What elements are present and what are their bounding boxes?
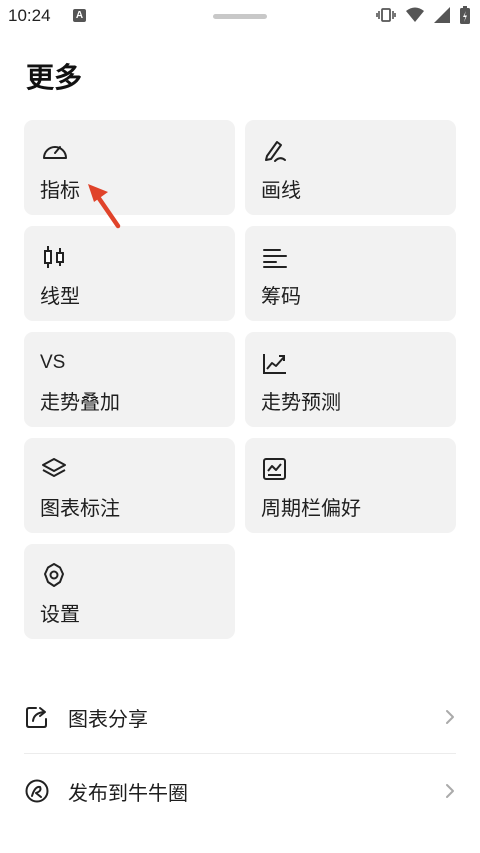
gear-icon xyxy=(40,562,70,588)
chevron-right-icon xyxy=(444,708,456,726)
signal-icon xyxy=(434,7,450,23)
niuniu-circle-icon xyxy=(24,778,50,804)
share-icon xyxy=(24,704,50,730)
layers-icon xyxy=(40,456,70,482)
status-time: 10:24 xyxy=(8,6,51,25)
status-bar: 10:24 A xyxy=(0,0,480,32)
list-item-label: 发布到牛牛圈 xyxy=(68,780,188,805)
status-icons xyxy=(376,6,470,24)
page-title: 更多 xyxy=(26,61,83,94)
menu-card-label: 走势预测 xyxy=(261,390,341,414)
vibrate-icon xyxy=(376,8,396,22)
vs-icon: VS xyxy=(40,352,66,373)
menu-card-label: 设置 xyxy=(40,602,80,626)
lines-align-icon xyxy=(261,244,291,270)
menu-card-chips[interactable]: 筹码 xyxy=(245,226,456,321)
menu-card-label: 周期栏偏好 xyxy=(261,496,361,520)
chevron-right-icon xyxy=(444,782,456,800)
menu-card-trend-forecast[interactable]: 走势预测 xyxy=(245,332,456,427)
menu-card-indicator[interactable]: 指标 xyxy=(24,120,235,215)
wifi-icon xyxy=(406,7,424,22)
menu-card-period-preference[interactable]: 周期栏偏好 xyxy=(245,438,456,533)
chart-frame-icon xyxy=(261,456,291,482)
menu-card-label: 图表标注 xyxy=(40,496,120,520)
battery-icon xyxy=(460,6,470,24)
menu-card-draw-line[interactable]: 画线 xyxy=(245,120,456,215)
notch-pill xyxy=(213,14,267,19)
notification-a-icon: A xyxy=(73,9,86,22)
menu-card-line-type[interactable]: 线型 xyxy=(24,226,235,321)
menu-card-label: 画线 xyxy=(261,178,301,202)
candlestick-icon xyxy=(40,244,70,270)
menu-card-settings[interactable]: 设置 xyxy=(24,544,235,639)
menu-card-label: 筹码 xyxy=(261,284,301,308)
pointer-arrow-icon xyxy=(88,184,121,229)
menu-card-label: 走势叠加 xyxy=(40,390,120,414)
list-item-publish-niuniu[interactable]: 发布到牛牛圈 xyxy=(24,754,456,828)
menu-card-trend-overlay[interactable]: VS 走势叠加 xyxy=(24,332,235,427)
list-item-label: 图表分享 xyxy=(68,706,148,731)
menu-card-label: 线型 xyxy=(40,284,80,308)
menu-card-label: 指标 xyxy=(40,178,80,202)
gauge-icon xyxy=(40,138,70,164)
trend-forecast-icon xyxy=(261,350,291,376)
pen-draw-icon xyxy=(261,138,291,164)
menu-card-chart-annotation[interactable]: 图表标注 xyxy=(24,438,235,533)
list-item-chart-share[interactable]: 图表分享 xyxy=(24,680,456,754)
